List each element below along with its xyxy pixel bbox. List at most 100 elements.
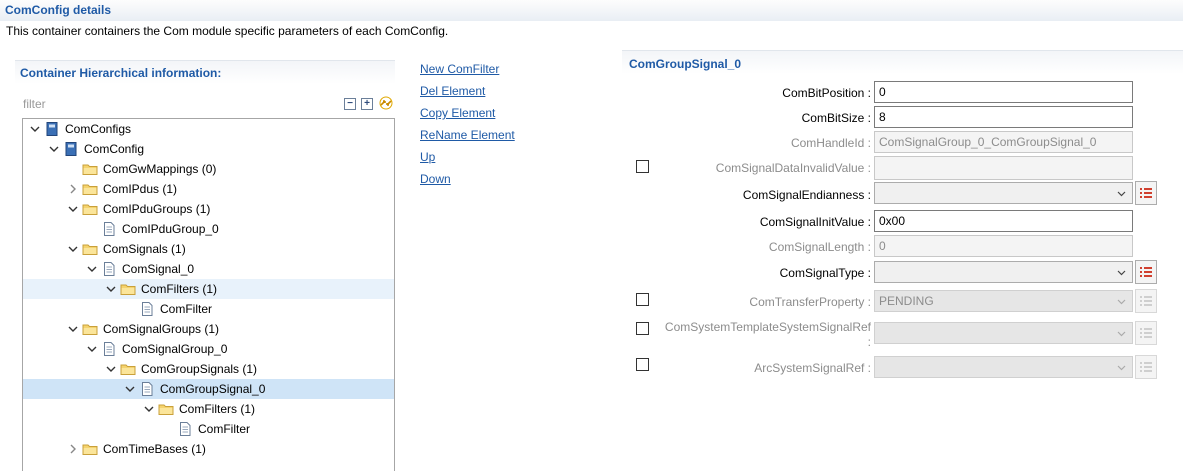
data-invalid-value-input: [874, 156, 1133, 180]
tree-item[interactable]: ComConfig: [23, 139, 394, 159]
folder-icon: [158, 404, 174, 415]
tree-item[interactable]: ComGroupSignals (1): [23, 359, 394, 379]
tree-item[interactable]: ComSignalGroup_0: [23, 339, 394, 359]
tree-item-label: ComFilter: [160, 302, 213, 316]
chevron-down-icon[interactable]: [125, 382, 135, 396]
chevron-right-icon[interactable]: [68, 182, 78, 196]
bit-position-label: ComBitPosition :: [782, 86, 871, 100]
filter-input[interactable]: filter: [23, 97, 46, 111]
tree-item-label: ComSignalGroup_0: [122, 342, 228, 356]
arc-system-signal-ref-list-button: [1135, 355, 1157, 379]
arc-system-signal-ref-checkbox[interactable]: [636, 358, 649, 371]
folder-icon: [82, 164, 98, 175]
document-icon: [104, 262, 115, 276]
down-link[interactable]: Down: [420, 172, 451, 186]
bit-size-label: ComBitSize :: [801, 111, 871, 125]
document-icon: [142, 302, 153, 316]
transfer-property-select: PENDING: [874, 290, 1133, 312]
tree-item[interactable]: ComGwMappings (0): [23, 159, 394, 179]
chevron-down-icon[interactable]: [106, 282, 116, 296]
chevron-down-icon: [1117, 191, 1126, 197]
chevron-down-icon[interactable]: [49, 142, 59, 156]
tree-item[interactable]: ComGroupSignal_0: [23, 379, 394, 399]
chevron-down-icon[interactable]: [68, 322, 78, 336]
tree-item-label: ComGroupSignals (1): [141, 362, 258, 376]
tree-item-label: ComTimeBases (1): [103, 442, 206, 456]
chevron-right-icon[interactable]: [68, 442, 78, 456]
signal-type-select[interactable]: [874, 261, 1133, 283]
chevron-down-icon: [1117, 299, 1126, 305]
collapse-all-icon[interactable]: −: [344, 98, 356, 110]
tree-item[interactable]: ComFilters (1): [23, 399, 394, 419]
tree-item[interactable]: ComFilter: [23, 299, 394, 319]
folder-icon: [82, 324, 98, 335]
init-value-input[interactable]: 0x00: [874, 210, 1133, 232]
detail-section-header: ComGroupSignal_0: [622, 50, 1183, 74]
system-template-ref-checkbox[interactable]: [636, 322, 649, 335]
page-title: ComConfig details: [5, 3, 112, 17]
tree-item[interactable]: ComIPdus (1): [23, 179, 394, 199]
tree-item-label: ComGroupSignal_0: [160, 382, 266, 396]
tree-item-label: ComSignalGroups (1): [103, 322, 220, 336]
list-icon: [1140, 296, 1152, 306]
endianness-select[interactable]: [874, 182, 1133, 204]
container-tree[interactable]: ComConfigs ComConfig ComGwMappings (0) ComI…: [22, 118, 395, 471]
signal-type-list-button[interactable]: [1135, 260, 1157, 284]
folder-icon: [82, 204, 98, 215]
tree-item[interactable]: ComTimeBases (1): [23, 439, 394, 459]
tree-item-label: ComFilter: [198, 422, 251, 436]
document-icon: [180, 422, 191, 436]
expand-all-icon[interactable]: +: [361, 98, 373, 110]
tree-section-title: Container Hierarchical information:: [20, 66, 222, 80]
up-link[interactable]: Up: [420, 150, 435, 164]
init-value-label: ComSignalInitValue :: [759, 215, 871, 229]
copy-element-link[interactable]: Copy Element: [420, 106, 495, 120]
chevron-down-icon[interactable]: [106, 362, 116, 376]
chevron-down-icon[interactable]: [68, 202, 78, 216]
chevron-down-icon[interactable]: [87, 262, 97, 276]
tree-item-label: ComFilters (1): [141, 282, 218, 296]
module-icon: [65, 142, 77, 156]
rename-element-link[interactable]: ReName Element: [420, 128, 515, 142]
chevron-down-icon: [1117, 270, 1126, 276]
chevron-down-icon: [1117, 331, 1126, 337]
page-description: This container containers the Com module…: [6, 24, 449, 38]
list-icon: [1140, 328, 1152, 338]
endianness-label: ComSignalEndianness :: [742, 188, 871, 202]
tree-item[interactable]: ComSignal_0: [23, 259, 394, 279]
folder-icon: [82, 444, 98, 455]
chevron-down-icon[interactable]: [68, 242, 78, 256]
bit-position-input[interactable]: 0: [874, 81, 1133, 103]
chevron-down-icon[interactable]: [87, 342, 97, 356]
signal-length-input: 0: [874, 235, 1133, 257]
folder-icon: [120, 364, 136, 375]
tree-item[interactable]: ComSignals (1): [23, 239, 394, 259]
tree-item-label: ComFilters (1): [179, 402, 256, 416]
list-icon: [1140, 188, 1152, 198]
bit-size-input[interactable]: 8: [874, 106, 1133, 128]
chevron-down-icon: [1117, 365, 1126, 371]
system-template-ref-label-suffix: :: [867, 335, 871, 349]
detail-section-title: ComGroupSignal_0: [629, 57, 742, 71]
del-element-link[interactable]: Del Element: [420, 84, 485, 98]
data-invalid-value-label: ComSignalDataInvalidValue :: [715, 161, 871, 175]
page-header: ComConfig details: [0, 0, 1183, 21]
transfer-property-checkbox[interactable]: [636, 293, 649, 306]
folder-icon: [82, 184, 98, 195]
data-invalid-value-checkbox[interactable]: [636, 160, 649, 173]
tree-item[interactable]: ComSignalGroups (1): [23, 319, 394, 339]
tree-item[interactable]: ComFilters (1): [23, 279, 394, 299]
transfer-property-list-button: [1135, 289, 1157, 313]
tree-item[interactable]: ComIPduGroups (1): [23, 199, 394, 219]
link-with-editor-icon[interactable]: [378, 95, 394, 111]
endianness-list-button[interactable]: [1135, 181, 1157, 205]
tree-item-label: ComConfig: [84, 142, 145, 156]
tree-item[interactable]: ComIPduGroup_0: [23, 219, 394, 239]
chevron-down-icon[interactable]: [144, 402, 154, 416]
system-template-ref-label: ComSystemTemplateSystemSignalRef: [664, 320, 871, 334]
chevron-down-icon[interactable]: [30, 122, 40, 136]
system-template-ref-list-button: [1135, 321, 1157, 345]
new-comfilter-link[interactable]: New ComFilter: [420, 62, 499, 76]
tree-item[interactable]: ComConfigs: [23, 119, 394, 139]
tree-item[interactable]: ComFilter: [23, 419, 394, 439]
